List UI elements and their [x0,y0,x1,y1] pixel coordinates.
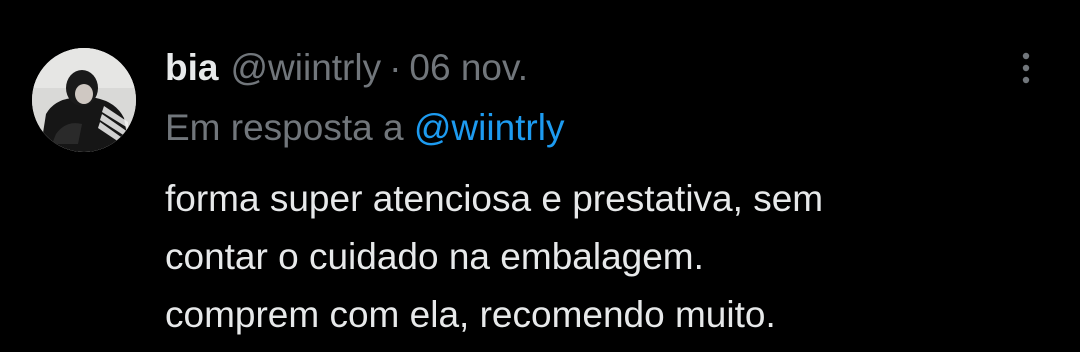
more-vertical-icon [1022,52,1030,84]
tweet-header: bia @wiintrly · 06 nov. [165,44,528,92]
avatar-photo [32,48,136,152]
header-separator: · [389,47,402,88]
more-options-button[interactable] [1006,46,1046,90]
tweet-text-line: contar o cuidado na embalagem. [165,236,704,277]
tweet-text-line: forma super atenciosa e prestativa, sem [165,178,824,219]
tweet-text: forma super atenciosa e prestativa, sem … [165,170,1045,344]
author-handle[interactable]: @wiintrly [230,44,381,92]
reply-to-mention[interactable]: @wiintrly [414,107,565,148]
tweet-date[interactable]: 06 nov. [409,44,528,92]
reply-prefix: Em resposta a [165,107,404,148]
avatar[interactable] [32,48,136,152]
reply-context: Em resposta a @wiintrly [165,104,564,152]
tweet-text-line: comprem com ela, recomendo muito. [165,294,776,335]
tweet[interactable]: bia @wiintrly · 06 nov. Em resposta a @w… [0,0,1080,352]
author-display-name[interactable]: bia [165,44,218,92]
